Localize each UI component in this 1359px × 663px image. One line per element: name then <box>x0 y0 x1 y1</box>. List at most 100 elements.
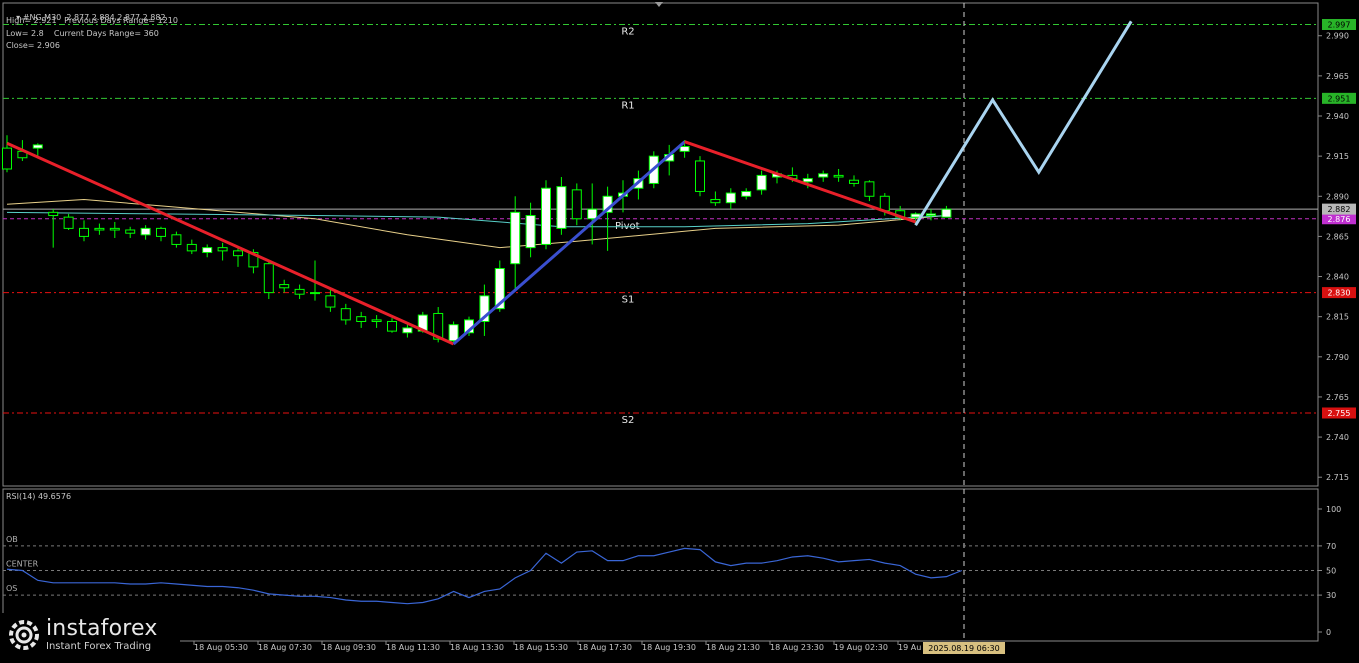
candle-body <box>571 189 582 220</box>
time-tick-label: 18 Aug 23:30 <box>770 643 824 652</box>
up_trend-line <box>452 140 686 346</box>
level-price-label: 2.755 <box>1328 409 1351 418</box>
time-tick-label: 18 Aug 13:30 <box>450 643 504 652</box>
candle-body <box>263 263 274 294</box>
high-info: High= 2.921 Previous Days Range= 1210 <box>6 16 178 25</box>
main-panel-frame <box>2 2 1319 487</box>
logo-name: instaforex <box>46 616 158 641</box>
candle-body <box>279 284 290 289</box>
scroll-marker-icon <box>655 2 663 7</box>
candle-body <box>556 186 567 229</box>
candle-body <box>310 292 320 295</box>
candle-body <box>741 190 752 197</box>
rsi-tick-label: 30 <box>1326 591 1336 600</box>
time-tick-label: 18 Aug 11:30 <box>386 643 440 652</box>
candle-body <box>710 198 721 204</box>
time-tick-label: 19 Au <box>898 643 921 652</box>
candle-body <box>325 295 336 308</box>
price-tick-label: 2.965 <box>1326 72 1349 81</box>
candle-body <box>109 227 120 231</box>
candle-body <box>448 324 459 342</box>
candle-body <box>864 181 875 197</box>
time-tick-label: 18 Aug 21:30 <box>706 643 760 652</box>
candle-body <box>186 243 197 252</box>
level-price-label: 2.830 <box>1328 289 1351 298</box>
trading-chart[interactable]: 2.990 2.965 2.940 2.915 2.890 2.865 2.840 2.815… <box>0 0 1359 659</box>
price-tick-label: 2.915 <box>1326 152 1349 161</box>
instaforex-logo: instaforex Instant Forex Trading <box>2 613 180 657</box>
candle-body <box>79 227 89 237</box>
current-price-label: 2.882 <box>1328 205 1351 214</box>
price-tick-label: 2.790 <box>1326 353 1349 362</box>
price-tick-label: 2.865 <box>1326 232 1349 241</box>
logo-gear-icon <box>9 620 39 650</box>
candle-body <box>356 316 367 322</box>
time-tick-label: 18 Aug 15:30 <box>514 643 568 652</box>
time-tick-label: 18 Aug 05:30 <box>194 643 248 652</box>
down_trend-line <box>684 140 917 224</box>
candle-body <box>140 227 151 236</box>
candle-body <box>94 227 105 231</box>
close-info: Close= 2.906 <box>6 41 60 50</box>
candle-body <box>63 216 74 229</box>
cursor-time-label: 2025.08.19 06:30 <box>928 644 999 653</box>
price-tick-label: 2.940 <box>1326 112 1349 121</box>
candle-body <box>171 234 182 245</box>
low-info: Low= 2.8 Current Days Range= 360 <box>6 29 159 38</box>
rsi-level-label-os: OS <box>6 584 17 593</box>
candle-body <box>679 146 690 152</box>
candle-body <box>910 213 921 218</box>
level-price-label: 2.951 <box>1328 94 1351 103</box>
rsi-level-label-ob: OB <box>6 535 18 544</box>
level-name-r2: R2 <box>621 27 634 38</box>
candle-body <box>402 327 413 334</box>
candle-body <box>695 160 705 192</box>
candle-body <box>156 227 166 237</box>
rsi-tick-label: 100 <box>1326 505 1341 514</box>
level-name-pivot: Pivot <box>615 221 640 232</box>
candle-body <box>756 174 767 191</box>
time-tick-label: 18 Aug 07:30 <box>258 643 312 652</box>
candle-body <box>510 211 521 265</box>
rsi-panel-frame <box>2 488 1319 642</box>
price-tick-label: 2.740 <box>1326 433 1349 442</box>
candle-body <box>202 247 213 253</box>
candle-body <box>340 308 351 321</box>
moving-average-line <box>6 211 947 228</box>
candle-body <box>541 187 551 245</box>
candle-body <box>525 215 536 249</box>
price-tick-label: 2.990 <box>1326 32 1349 41</box>
candle-body <box>587 208 598 220</box>
candle-body <box>32 144 43 149</box>
chart-canvas[interactable]: 2.990 2.965 2.940 2.915 2.890 2.865 2.840 2.815… <box>0 0 1359 659</box>
candle-body <box>833 174 844 178</box>
price-tick-label: 2.840 <box>1326 273 1349 282</box>
time-tick-label: 18 Aug 09:30 <box>322 643 376 652</box>
level-price-label: 2.876 <box>1328 215 1351 224</box>
candle-body <box>294 288 305 295</box>
logo-tagline: Instant Forex Trading <box>46 641 152 652</box>
candle-body <box>125 229 136 234</box>
candle-body <box>879 195 890 212</box>
level-name-s1: S1 <box>622 295 635 306</box>
down_trend-line <box>6 141 455 346</box>
candle-body <box>941 208 952 218</box>
rsi-header: RSI(14) 49.6576 <box>6 492 72 501</box>
rsi-tick-label: 0 <box>1326 628 1331 637</box>
candle-body <box>371 319 382 322</box>
candle-body <box>48 211 59 217</box>
level-name-r1: R1 <box>621 100 634 111</box>
level-name-s2: S2 <box>622 415 635 426</box>
time-tick-label: 19 Aug 02:30 <box>834 643 888 652</box>
candle-body <box>387 320 397 332</box>
time-tick-label: 18 Aug 17:30 <box>578 643 632 652</box>
price-tick-label: 2.890 <box>1326 192 1349 201</box>
candle-body <box>217 247 228 252</box>
price-tick-label: 2.765 <box>1326 393 1349 402</box>
time-tick-label: 18 Aug 19:30 <box>642 643 696 652</box>
rsi-level-label-center: CENTER <box>6 560 39 569</box>
candle-body <box>802 178 813 183</box>
price-tick-label: 2.815 <box>1326 313 1349 322</box>
rsi-tick-label: 50 <box>1326 567 1336 576</box>
rsi-tick-label: 70 <box>1326 542 1336 551</box>
